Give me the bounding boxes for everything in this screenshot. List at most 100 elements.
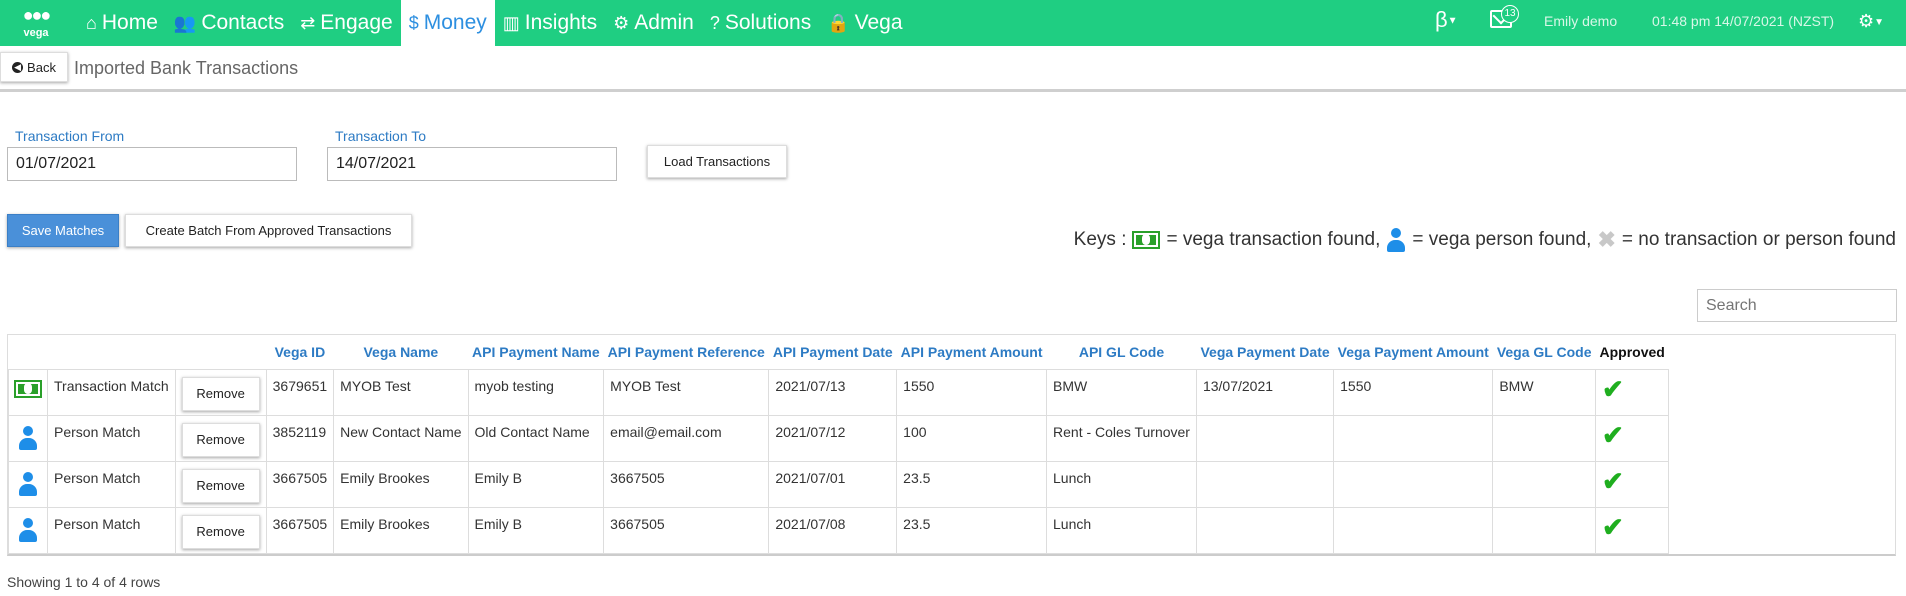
match-type-cell bbox=[8, 368, 48, 416]
nav-item-engage[interactable]: ⇄ Engage bbox=[292, 0, 401, 46]
user-name[interactable]: Emily demo bbox=[1544, 13, 1617, 29]
cell-api-gl: BMW bbox=[1046, 368, 1197, 416]
check-icon[interactable]: ✔ bbox=[1602, 420, 1624, 450]
nav-item-money[interactable]: $ Money bbox=[400, 0, 495, 46]
save-matches-button[interactable]: Save Matches bbox=[7, 214, 119, 247]
keys-legend: Keys : = vega transaction found, = vega … bbox=[1074, 227, 1896, 253]
cell-vega-amount: 1550 bbox=[1333, 368, 1494, 416]
cell-vega-id: 3852119 bbox=[265, 414, 335, 462]
column-header[interactable]: API Payment Date bbox=[769, 335, 897, 369]
page-title: Imported Bank Transactions bbox=[74, 58, 299, 78]
vega-logo[interactable]: ●●● vega bbox=[14, 2, 58, 44]
column-header[interactable]: API Payment Reference bbox=[604, 335, 769, 369]
cell-vega-id: 3667505 bbox=[265, 506, 335, 554]
transactions-table: Vega ID Vega Name API Payment Name API Paym… bbox=[8, 335, 1670, 554]
column-header[interactable]: Vega Payment Amount bbox=[1334, 335, 1493, 369]
table-row: Transaction Match Remove 3679651 MYOB Test m… bbox=[8, 368, 1670, 416]
column-header[interactable]: Vega Name bbox=[334, 335, 468, 369]
check-icon[interactable]: ✔ bbox=[1602, 374, 1624, 404]
check-icon[interactable]: ✔ bbox=[1602, 466, 1624, 496]
cell-api-ref: MYOB Test bbox=[603, 368, 770, 416]
money-icon bbox=[14, 379, 42, 398]
nav-item-label: Insights bbox=[524, 11, 598, 34]
table-header-row: Vega ID Vega Name API Payment Name API Paym… bbox=[9, 335, 1669, 369]
logo-text: vega bbox=[23, 27, 49, 39]
pagination-info: Showing 1 to 4 of 4 rows bbox=[7, 574, 161, 590]
cell-vega-name: Emily Brookes bbox=[333, 506, 469, 554]
cell-api-ref: email@email.com bbox=[603, 414, 770, 462]
cell-vega-name: New Contact Name bbox=[333, 414, 469, 462]
nav-item-vega[interactable]: 🔒 Vega bbox=[819, 0, 910, 46]
lock-icon: 🔒 bbox=[827, 12, 850, 33]
cell-vega-id: 3679651 bbox=[265, 368, 335, 416]
dollar-icon: $ bbox=[408, 12, 419, 33]
cell-api-gl: Rent - Coles Turnover bbox=[1046, 414, 1197, 462]
mail-count-badge: 13 bbox=[1501, 5, 1519, 23]
nav-item-label: Solutions bbox=[724, 11, 812, 34]
column-header[interactable]: Approved bbox=[1596, 335, 1669, 369]
nav-item-solutions[interactable]: ? Solutions bbox=[702, 0, 819, 46]
cell-api-date: 2021/07/08 bbox=[768, 506, 898, 554]
check-icon[interactable]: ✔ bbox=[1602, 512, 1624, 542]
keys-person-text: = vega person found, bbox=[1412, 229, 1592, 250]
cogs-icon: ⚙ bbox=[1858, 11, 1875, 31]
cell-api-ref: 3667505 bbox=[603, 460, 770, 508]
column-header bbox=[9, 335, 48, 369]
cell-vega-gl: BMW bbox=[1492, 368, 1596, 416]
column-header[interactable]: Vega Payment Date bbox=[1196, 335, 1333, 369]
cell-api-name: Emily B bbox=[467, 460, 605, 508]
nav-item-label: Vega bbox=[854, 11, 903, 34]
column-header bbox=[175, 335, 266, 369]
back-button[interactable]: ◀ Back bbox=[0, 52, 68, 82]
bar-chart-icon: ▥ bbox=[502, 12, 520, 33]
transaction-to-input[interactable]: 14/07/2021 bbox=[327, 147, 617, 181]
create-batch-button[interactable]: Create Batch From Approved Transactions bbox=[125, 214, 412, 247]
column-header[interactable]: Vega ID bbox=[266, 335, 334, 369]
column-header bbox=[48, 335, 176, 369]
beta-menu[interactable]: β▼ bbox=[1435, 7, 1458, 33]
cell-vega-date bbox=[1195, 414, 1335, 462]
cell-api-amount: 23.5 bbox=[896, 460, 1048, 508]
caret-down-icon: ▼ bbox=[1447, 15, 1458, 27]
cell-vega-gl bbox=[1492, 506, 1596, 554]
table-row: Person Match Remove 3852119 New Contact Nam… bbox=[8, 414, 1670, 462]
column-header[interactable]: API Payment Amount bbox=[897, 335, 1047, 369]
search-input[interactable] bbox=[1697, 289, 1897, 322]
cell-vega-date bbox=[1195, 460, 1335, 508]
column-header[interactable]: Vega GL Code bbox=[1493, 335, 1596, 369]
match-label: Transaction Match bbox=[47, 368, 176, 416]
remove-cell: Remove bbox=[174, 506, 267, 554]
money-icon bbox=[1132, 231, 1161, 249]
nav-item-label: Contacts bbox=[201, 11, 285, 34]
remove-button[interactable]: Remove bbox=[181, 514, 260, 549]
cell-api-ref: 3667505 bbox=[603, 506, 770, 554]
remove-button[interactable]: Remove bbox=[181, 422, 260, 457]
approved-cell: ✔ bbox=[1594, 414, 1670, 462]
match-type-cell bbox=[8, 460, 48, 508]
match-label: Person Match bbox=[47, 414, 176, 462]
remove-cell: Remove bbox=[174, 414, 267, 462]
nav-item-contacts[interactable]: 👥 Contacts bbox=[166, 0, 292, 46]
remove-button[interactable]: Remove bbox=[181, 468, 260, 503]
person-icon bbox=[18, 471, 38, 496]
nav-item-admin[interactable]: ⚙ Admin bbox=[605, 0, 702, 46]
caret-down-icon: ▼ bbox=[1874, 16, 1885, 28]
load-transactions-button[interactable]: Load Transactions bbox=[647, 145, 787, 178]
cell-api-name: Emily B bbox=[467, 506, 605, 554]
exchange-icon: ⇄ bbox=[300, 12, 316, 33]
current-datetime: 01:48 pm 14/07/2021 (NZST) bbox=[1652, 13, 1835, 29]
nav-item-home[interactable]: ⌂ Home bbox=[78, 0, 166, 46]
settings-menu[interactable]: ⚙▼ bbox=[1858, 11, 1884, 32]
match-label: Person Match bbox=[47, 460, 176, 508]
column-header[interactable]: API Payment Name bbox=[468, 335, 604, 369]
transaction-from-input[interactable]: 01/07/2021 bbox=[7, 147, 297, 181]
match-type-cell bbox=[8, 414, 48, 462]
column-header[interactable]: API GL Code bbox=[1047, 335, 1197, 369]
person-icon bbox=[18, 517, 38, 542]
cell-vega-amount bbox=[1333, 506, 1494, 554]
cell-api-amount: 23.5 bbox=[896, 506, 1048, 554]
nav-item-insights[interactable]: ▥ Insights bbox=[495, 0, 605, 46]
back-label: Back bbox=[27, 59, 56, 75]
remove-button[interactable]: Remove bbox=[181, 376, 260, 411]
cell-vega-date: 13/07/2021 bbox=[1195, 368, 1335, 416]
